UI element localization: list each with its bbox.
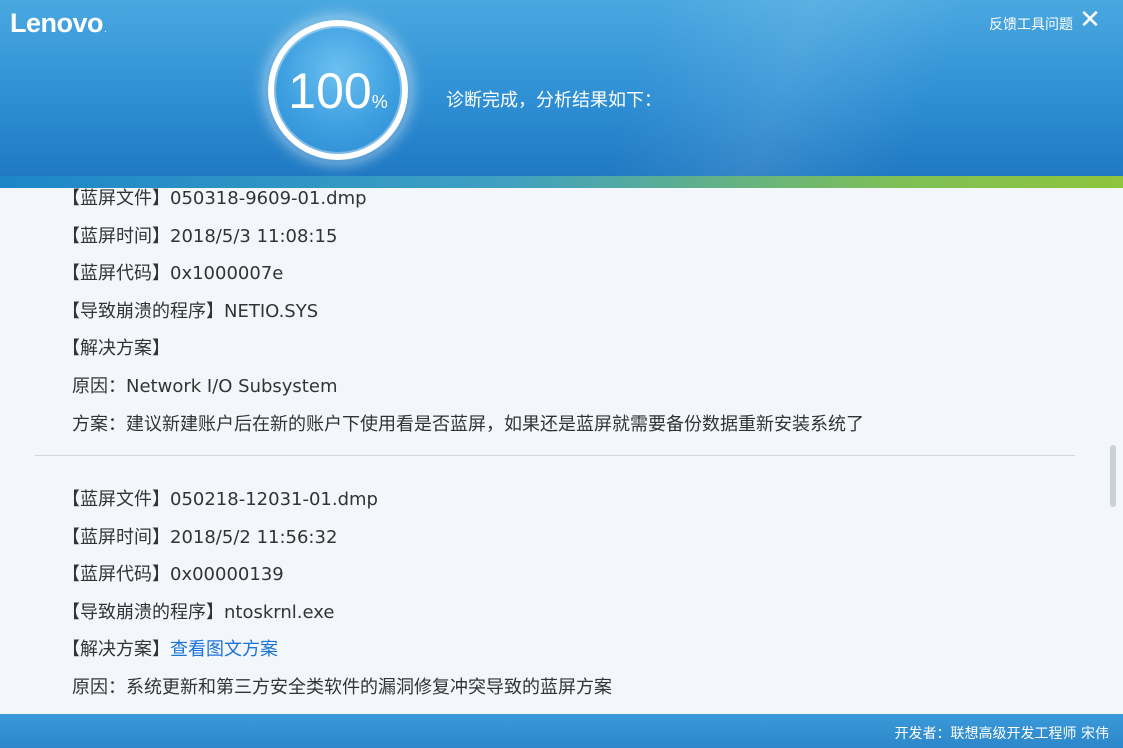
progress-percent: 100% [288, 63, 388, 119]
crash-file-row: 【蓝屏文件】050318-9609-01.dmp [62, 188, 367, 209]
feedback-link[interactable]: 反馈工具问题 [989, 14, 1073, 34]
crash-program-row: 【导致崩溃的程序】ntoskrnl.exe [62, 601, 335, 623]
close-icon[interactable]: ✕ [1079, 7, 1101, 33]
solution-row: 【解决方案】查看图文方案 [62, 639, 278, 661]
plan-row: 方案：建议新建账户后在新的账户下使用看是否蓝屏，如果还是蓝屏就需要备份数据重新安… [72, 413, 864, 435]
accent-bar [0, 176, 1123, 188]
crash-program-row: 【导致崩溃的程序】NETIO.SYS [62, 300, 319, 322]
developer-credit: 开发者：联想高级开发工程师 宋伟 [894, 726, 1109, 742]
header: Lenovo. 反馈工具问题 ✕ 100% 诊断完成，分析结果如下： [0, 0, 1123, 178]
crash-file-row: 【蓝屏文件】050218-12031-01.dmp [62, 489, 378, 510]
crash-code-row: 【蓝屏代码】0x1000007e [62, 263, 284, 285]
result-entry: 【蓝屏文件】050318-9609-01.dmp 【蓝屏时间】2018/5/3 … [62, 188, 864, 451]
scrollbar[interactable] [1107, 188, 1123, 714]
crash-code-row: 【蓝屏代码】0x00000139 [62, 564, 284, 586]
crash-time-row: 【蓝屏时间】2018/5/2 11:56:32 [62, 526, 338, 548]
reason-row: 原因：系统更新和第三方安全类软件的漏洞修复冲突导致的蓝屏方案 [72, 676, 612, 698]
reason-row: 原因：Network I/O Subsystem [72, 375, 338, 397]
view-solution-link[interactable]: 查看图文方案 [170, 639, 278, 660]
scrollbar-thumb[interactable] [1110, 445, 1116, 507]
results-list: 【蓝屏文件】050318-9609-01.dmp 【蓝屏时间】2018/5/3 … [0, 188, 1107, 714]
footer: 开发者：联想高级开发工程师 宋伟 [0, 714, 1123, 748]
lenovo-logo: Lenovo. [10, 8, 107, 38]
entry-divider [35, 455, 1075, 456]
result-entry: 【蓝屏文件】050218-12031-01.dmp 【蓝屏时间】2018/5/2… [62, 489, 612, 714]
progress-ring: 100% [263, 15, 413, 165]
diagnosis-status: 诊断完成，分析结果如下： [446, 90, 662, 111]
crash-time-row: 【蓝屏时间】2018/5/3 11:08:15 [62, 225, 338, 247]
solution-row: 【解决方案】 [62, 338, 170, 360]
